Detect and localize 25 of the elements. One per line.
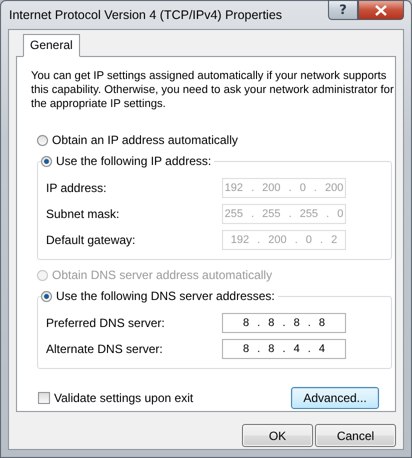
- field-label: Default gateway:: [46, 233, 136, 247]
- field-label: Subnet mask:: [46, 207, 120, 221]
- radio-button[interactable]: [41, 156, 52, 166]
- radio-label: Use the following IP address:: [56, 154, 212, 168]
- dialog-button[interactable]: Cancel: [315, 424, 396, 447]
- dialog-button[interactable]: OK: [242, 424, 313, 447]
- intro-text: You can get IP settings assigned automatically if your network supports this capability. Otherwise, you need to ask your network administrator for the appropriate IP settings.: [31, 69, 395, 111]
- help-button[interactable]: ?: [328, 0, 358, 20]
- ip-address-field[interactable]: 8 . 8 . 8 . 8: [222, 313, 346, 333]
- field-label: Preferred DNS server:: [46, 316, 165, 330]
- field-label: Alternate DNS server:: [46, 342, 163, 356]
- radio-label: Obtain DNS server address automatically: [52, 268, 272, 282]
- close-icon: [375, 4, 387, 16]
- tab[interactable]: General: [23, 34, 80, 57]
- radio-label: Obtain an IP address automatically: [52, 133, 238, 147]
- checkbox[interactable]: [38, 392, 50, 404]
- close-button[interactable]: [358, 0, 404, 20]
- ip-address-field[interactable]: 8 . 8 . 4 . 4: [222, 339, 346, 359]
- radio-button[interactable]: [37, 134, 48, 146]
- advanced-button[interactable]: Advanced...: [291, 387, 379, 409]
- radio-label: Use the following DNS server addresses:: [56, 289, 275, 303]
- radio-button[interactable]: [41, 290, 52, 302]
- field-label: IP address:: [46, 181, 106, 195]
- checkbox-label: Validate settings upon exit: [54, 391, 194, 405]
- window-title: Internet Protocol Version 4 (TCP/IPv4) Properties: [8, 7, 282, 22]
